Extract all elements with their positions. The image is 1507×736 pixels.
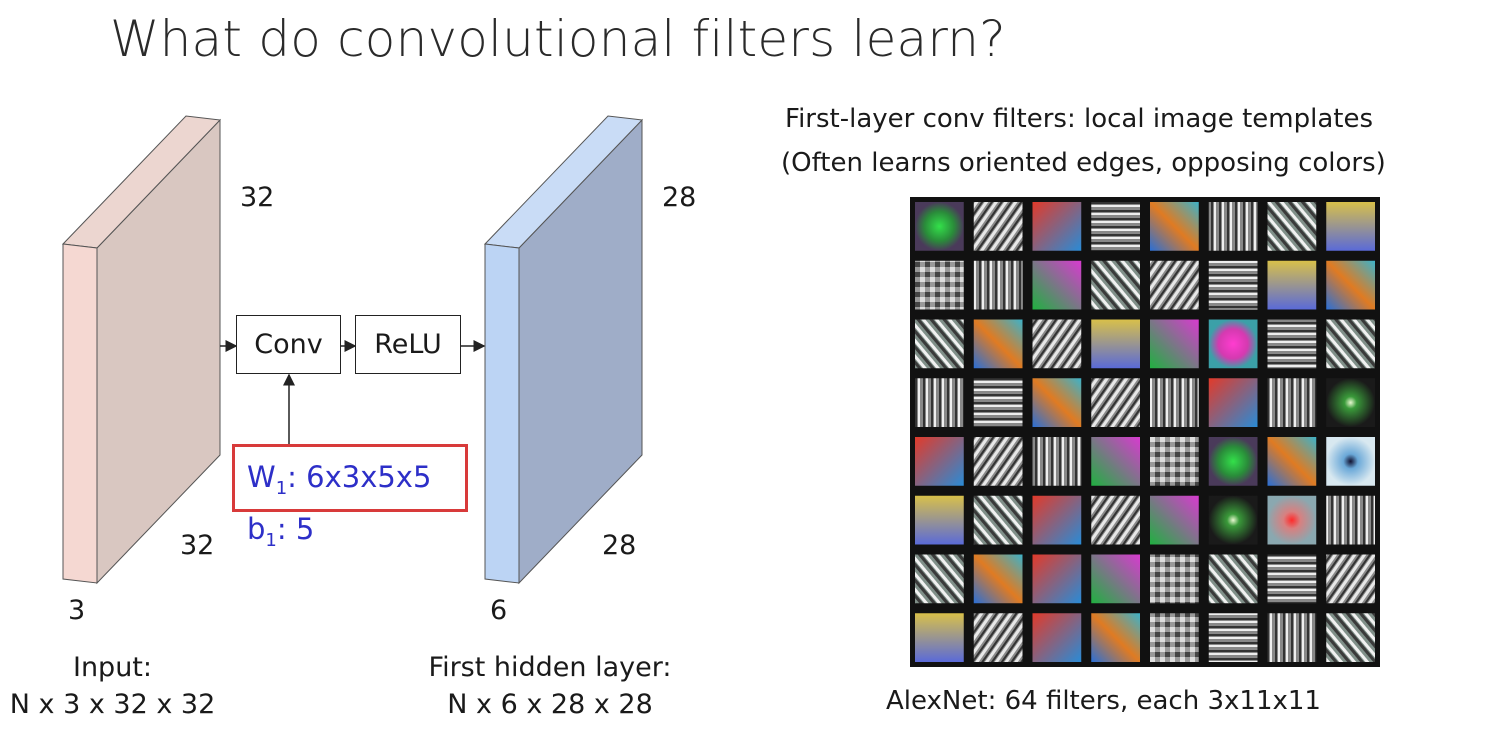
filter-tile (1032, 378, 1082, 427)
filter-tile (1091, 378, 1140, 427)
filter-tile (1032, 260, 1082, 310)
filter-tile (973, 202, 1023, 251)
filter-tile (1091, 260, 1140, 310)
filter-tile (1032, 554, 1082, 604)
relu-label: ReLU (374, 329, 442, 360)
filters-heading-line2: (Often learns oriented edges, opposing c… (781, 148, 1386, 178)
filter-tile (1091, 613, 1140, 662)
filter-tile (915, 260, 964, 310)
filter-tile (973, 554, 1023, 604)
filter-tile (915, 202, 964, 251)
filter-tile (1150, 495, 1199, 545)
filter-tile (1032, 319, 1082, 369)
filter-tile (1150, 378, 1199, 427)
filter-tile (915, 554, 964, 604)
filter-tile (1208, 495, 1258, 545)
filter-tile (915, 378, 964, 427)
hidden-width-label: 28 (602, 530, 637, 561)
filter-tile (1326, 260, 1375, 310)
weight-param: W1: 6x3x5x5 (247, 460, 432, 499)
filter-tile (1091, 202, 1140, 251)
filter-tile (1267, 495, 1317, 545)
filter-tile (1150, 319, 1199, 369)
input-caption: Input: N x 3 x 32 x 32 (0, 652, 225, 720)
filter-tile (915, 495, 964, 545)
filter-tile (1091, 495, 1140, 545)
input-depth-label: 3 (68, 595, 86, 626)
filter-tile (1150, 554, 1199, 604)
filter-tile (1326, 319, 1375, 369)
input-volume (61, 115, 222, 585)
filter-tile (1091, 319, 1140, 369)
filter-tile (973, 495, 1023, 545)
filter-tile (1091, 554, 1140, 604)
filter-tile (915, 613, 964, 662)
filter-tile (1267, 319, 1317, 369)
filters-caption: AlexNet: 64 filters, each 3x11x11 (886, 686, 1321, 716)
conv-box: Conv (236, 315, 341, 374)
filter-tile (1208, 378, 1258, 427)
filter-grid-image (910, 197, 1380, 667)
relu-box: ReLU (355, 315, 461, 374)
filter-tile (1032, 437, 1082, 486)
filter-tile (1326, 378, 1375, 427)
filter-tile (973, 260, 1023, 310)
conv-label: Conv (254, 329, 323, 360)
hidden-volume-front (484, 243, 520, 584)
filter-tile (1208, 202, 1258, 251)
filter-tile (1032, 613, 1082, 662)
filter-tile (1326, 495, 1375, 545)
input-caption-line2: N x 3 x 32 x 32 (9, 689, 216, 720)
filter-tile (1326, 202, 1375, 251)
filter-tile (1150, 437, 1199, 486)
filter-tile (1267, 554, 1317, 604)
filter-tile (1032, 495, 1082, 545)
filters-heading-line1: First-layer conv filters: local image te… (785, 104, 1373, 134)
input-width-label: 32 (180, 530, 215, 561)
filter-tile (1150, 613, 1199, 662)
hidden-height-label: 28 (662, 182, 697, 213)
hidden-caption: First hidden layer: N x 6 x 28 x 28 (400, 652, 700, 720)
filter-tile (1208, 554, 1258, 604)
filter-tile (1091, 437, 1140, 486)
filter-tile (1150, 202, 1199, 251)
filter-tile (1326, 613, 1375, 662)
bias-param: b1: 5 (247, 512, 315, 551)
filter-tile (1208, 260, 1258, 310)
filter-tile (1208, 613, 1258, 662)
hidden-volume (483, 115, 644, 585)
filter-tile (973, 613, 1023, 662)
input-caption-line1: Input: (72, 652, 152, 683)
input-height-label: 32 (240, 182, 275, 213)
filter-tile (973, 437, 1023, 486)
filter-tile (1267, 202, 1317, 251)
filter-tile (915, 319, 964, 369)
filter-tile (1267, 437, 1317, 486)
filter-tile (1267, 378, 1317, 427)
hidden-caption-line2: N x 6 x 28 x 28 (447, 689, 653, 720)
filter-tile (1208, 319, 1258, 369)
filter-tile (1326, 554, 1375, 604)
filter-tile (1267, 613, 1317, 662)
filter-tile (1267, 260, 1317, 310)
input-volume-front (62, 243, 98, 584)
filter-tile (1208, 437, 1258, 486)
filter-tile (1326, 437, 1375, 486)
filter-tile (1032, 202, 1082, 251)
filter-tile (915, 437, 964, 486)
hidden-caption-line1: First hidden layer: (428, 652, 672, 683)
filter-tile (973, 378, 1023, 427)
filter-tile (1150, 260, 1199, 310)
hidden-depth-label: 6 (490, 595, 508, 626)
filter-tile (973, 319, 1023, 369)
